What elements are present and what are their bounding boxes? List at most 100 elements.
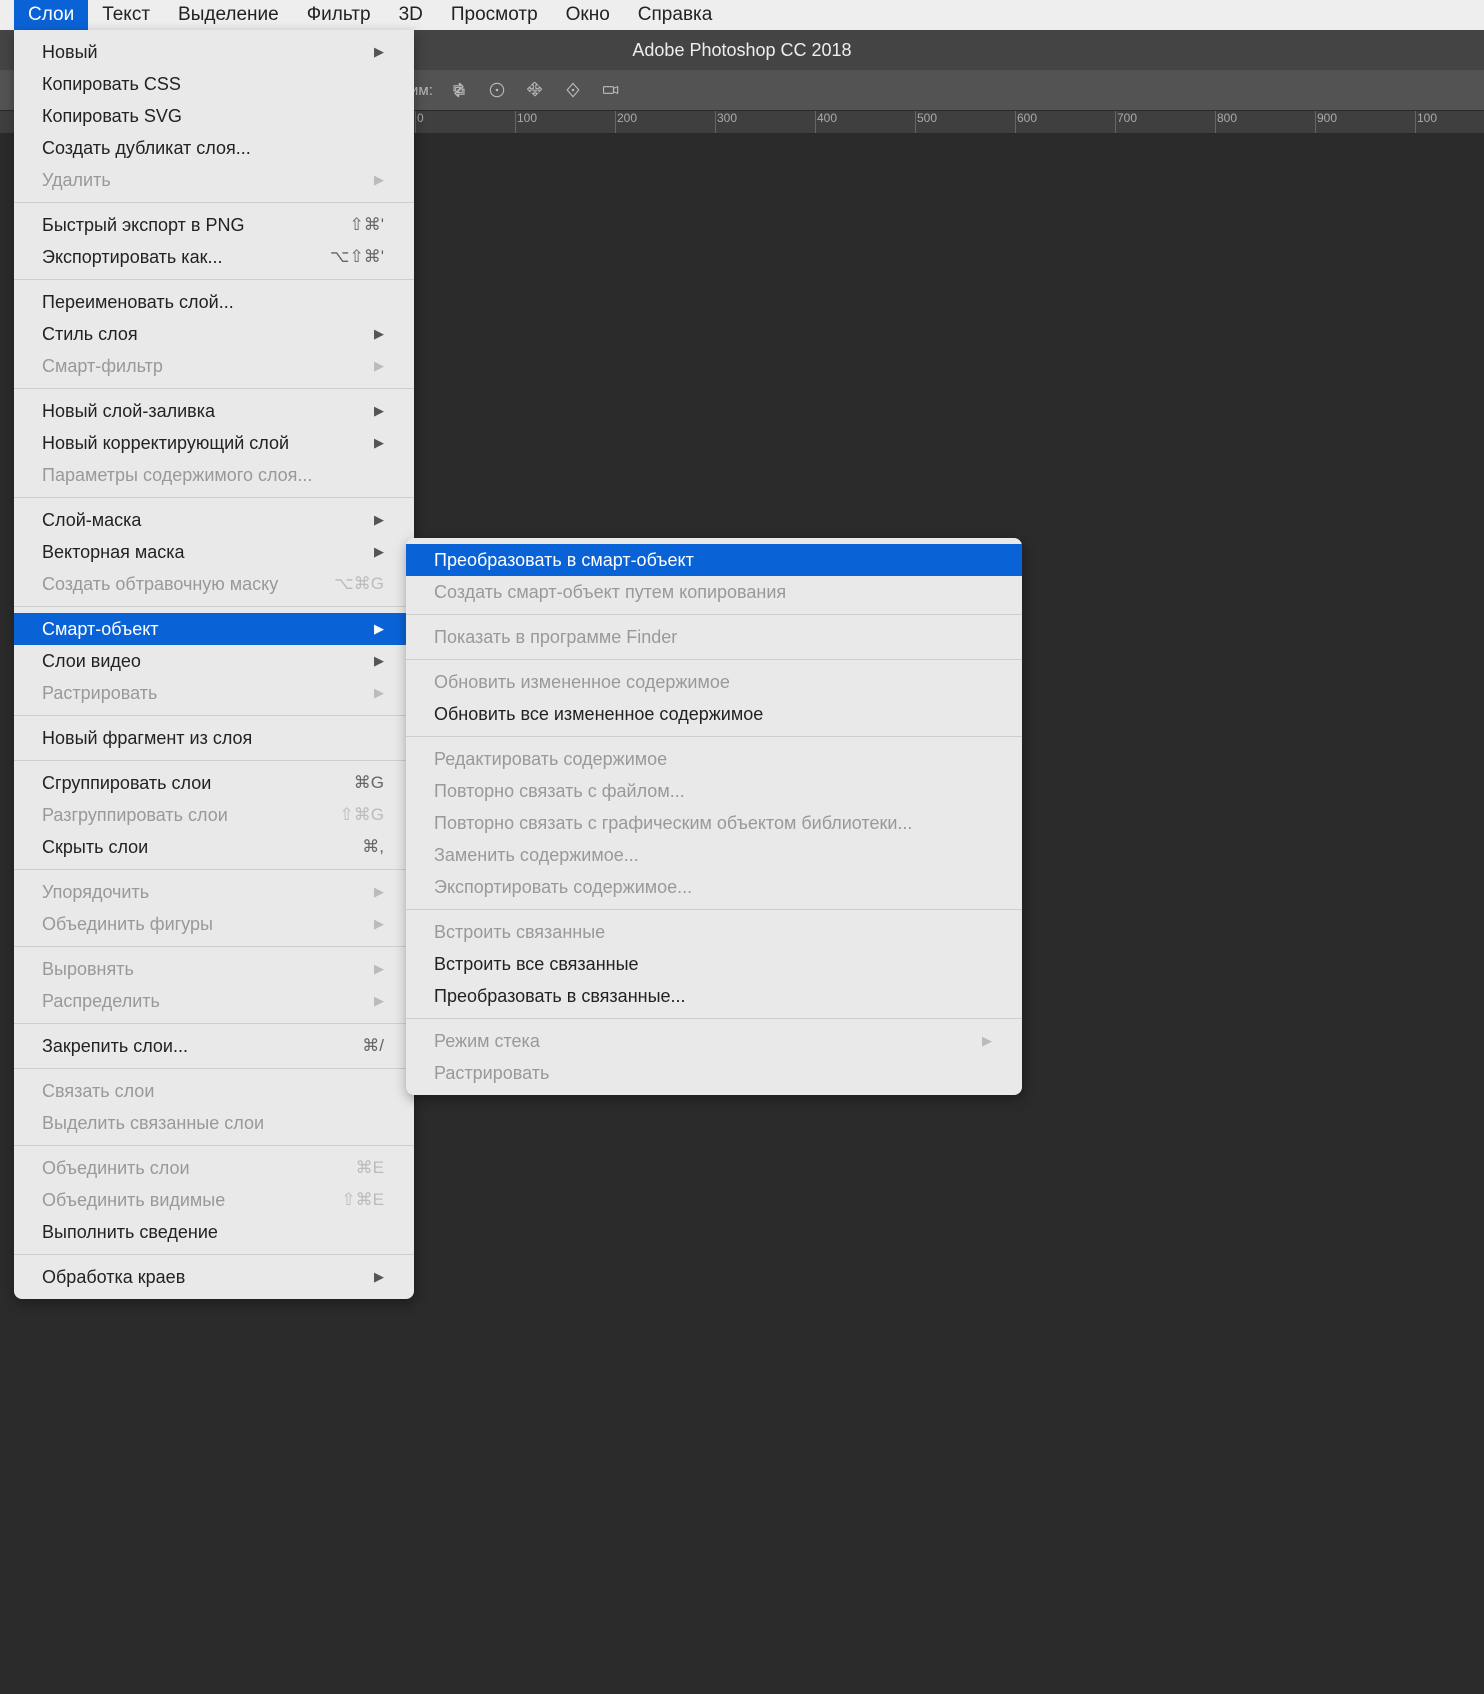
layers-menu-separator xyxy=(14,388,414,389)
smart-object-submenu-item-label: Встроить связанные xyxy=(434,919,605,945)
layers-menu-item-label: Векторная маска xyxy=(42,539,185,565)
layers-menu-item-2[interactable]: Копировать SVG xyxy=(14,100,414,132)
layers-menu: Новый ▶ Копировать CSS Копировать SVG Создат… xyxy=(14,30,414,1299)
layers-menu-item-label: Быстрый экспорт в PNG xyxy=(42,212,244,238)
submenu-arrow-icon: ▶ xyxy=(374,879,384,905)
layers-menu-item-17[interactable]: Слой-маска▶ xyxy=(14,504,414,536)
smart-object-submenu-item-label: Создать смарт-объект путем копирования xyxy=(434,579,786,605)
smart-object-submenu-item-label: Повторно связать с графическим объектом … xyxy=(434,810,912,836)
layers-menu-item-1[interactable]: Копировать CSS xyxy=(14,68,414,100)
layers-menu-item-3[interactable]: Создать дубликат слоя... xyxy=(14,132,414,164)
layers-menu-item-10[interactable]: Стиль слоя▶ xyxy=(14,318,414,350)
layers-menu-separator xyxy=(14,606,414,607)
submenu-arrow-icon: ▶ xyxy=(982,1028,992,1054)
layers-menu-item-4: Удалить▶ xyxy=(14,164,414,196)
smart-object-submenu-item-14: Встроить связанные xyxy=(406,916,1022,948)
target-icon[interactable] xyxy=(485,78,509,102)
layers-menu-item-37[interactable]: Закрепить слои... ⌘/ xyxy=(14,1030,414,1062)
ruler-tick-label: 0 xyxy=(417,111,424,125)
shortcut-label: ⇧⌘E xyxy=(341,1187,384,1213)
layers-menu-item-42: Объединить слои⌘E xyxy=(14,1152,414,1184)
ruler-tick-label: 600 xyxy=(1017,111,1037,125)
smart-object-submenu-item-10: Повторно связать с графическим объектом … xyxy=(406,807,1022,839)
layers-menu-item-label: Упорядочить xyxy=(42,879,149,905)
layers-menu-item-23: Растрировать▶ xyxy=(14,677,414,709)
diamond-icon[interactable] xyxy=(561,78,585,102)
submenu-arrow-icon: ▶ xyxy=(374,680,384,706)
layers-menu-item-21[interactable]: Смарт-объект▶ xyxy=(14,613,414,645)
layers-menu-item-label: Скрыть слои xyxy=(42,834,148,860)
layers-menu-item-15: Параметры содержимого слоя... xyxy=(14,459,414,491)
menubar-item-7[interactable]: Справка xyxy=(624,0,727,30)
layers-menu-item-29[interactable]: Скрыть слои⌘, xyxy=(14,831,414,863)
smart-object-submenu-item-16[interactable]: Преобразовать в связанные... xyxy=(406,980,1022,1012)
camera-icon[interactable] xyxy=(599,78,623,102)
layers-menu-item-25[interactable]: Новый фрагмент из слоя xyxy=(14,722,414,754)
layers-menu-item-9[interactable]: Переименовать слой... xyxy=(14,286,414,318)
layers-menu-item-label: Параметры содержимого слоя... xyxy=(42,462,312,488)
smart-object-submenu-item-19: Растрировать xyxy=(406,1057,1022,1089)
layers-menu-item-35: Распределить ▶ xyxy=(14,985,414,1017)
shortcut-label: ⌘/ xyxy=(362,1033,384,1059)
layers-menu-item-label: Новый xyxy=(42,39,98,65)
smart-object-submenu: Преобразовать в смарт-объект Создать смар… xyxy=(406,538,1022,1095)
smart-object-submenu-separator xyxy=(406,736,1022,737)
submenu-arrow-icon: ▶ xyxy=(374,39,384,65)
menubar-item-5[interactable]: Просмотр xyxy=(437,0,552,30)
smart-object-submenu-item-label: Обновить все измененное содержимое xyxy=(434,701,763,727)
layers-menu-separator xyxy=(14,1254,414,1255)
menubar-item-6[interactable]: Окно xyxy=(552,0,624,30)
menubar-item-3[interactable]: Фильтр xyxy=(293,0,385,30)
layers-menu-item-44[interactable]: Выполнить сведение xyxy=(14,1216,414,1248)
smart-object-submenu-item-15[interactable]: Встроить все связанные xyxy=(406,948,1022,980)
loop-icon[interactable] xyxy=(447,78,471,102)
layers-menu-item-6[interactable]: Быстрый экспорт в PNG⇧⌘' xyxy=(14,209,414,241)
submenu-arrow-icon: ▶ xyxy=(374,353,384,379)
layers-menu-item-18[interactable]: Векторная маска▶ xyxy=(14,536,414,568)
layers-menu-item-label: Объединить видимые xyxy=(42,1187,225,1213)
submenu-arrow-icon: ▶ xyxy=(374,911,384,937)
smart-object-submenu-item-6[interactable]: Обновить все измененное содержимое xyxy=(406,698,1022,730)
menubar-item-2[interactable]: Выделение xyxy=(164,0,293,30)
layers-menu-item-label: Создать дубликат слоя... xyxy=(42,135,251,161)
layers-menu-item-31: Упорядочить ▶ xyxy=(14,876,414,908)
layers-menu-item-label: Создать обтравочную маску xyxy=(42,571,278,597)
layers-menu-item-label: Слои видео xyxy=(42,648,141,674)
layers-menu-item-13[interactable]: Новый слой-заливка▶ xyxy=(14,395,414,427)
menubar-item-4[interactable]: 3D xyxy=(385,0,437,30)
submenu-arrow-icon: ▶ xyxy=(374,430,384,456)
smart-object-submenu-item-8: Редактировать содержимое xyxy=(406,743,1022,775)
layers-menu-item-22[interactable]: Слои видео▶ xyxy=(14,645,414,677)
ruler-tick-label: 500 xyxy=(917,111,937,125)
layers-menu-item-14[interactable]: Новый корректирующий слой▶ xyxy=(14,427,414,459)
move-icon[interactable] xyxy=(523,78,547,102)
submenu-arrow-icon: ▶ xyxy=(374,956,384,982)
ruler-tick-label: 100 xyxy=(1417,111,1437,125)
menubar-item-0[interactable]: Слои xyxy=(14,0,88,30)
ruler-tick-label: 800 xyxy=(1217,111,1237,125)
layers-menu-separator xyxy=(14,497,414,498)
layers-menu-item-46[interactable]: Обработка краев▶ xyxy=(14,1261,414,1293)
layers-menu-separator xyxy=(14,1145,414,1146)
layers-menu-item-label: Новый слой-заливка xyxy=(42,398,215,424)
ruler-tick-label: 300 xyxy=(717,111,737,125)
smart-object-submenu-item-0[interactable]: Преобразовать в смарт-объект xyxy=(406,544,1022,576)
smart-object-submenu-item-label: Экспортировать содержимое... xyxy=(434,874,692,900)
layers-menu-item-label: Копировать CSS xyxy=(42,71,181,97)
smart-object-submenu-separator xyxy=(406,909,1022,910)
shortcut-label: ⌘G xyxy=(354,770,384,796)
smart-object-submenu-item-label: Встроить все связанные xyxy=(434,951,639,977)
smart-object-submenu-item-5: Обновить измененное содержимое xyxy=(406,666,1022,698)
smart-object-submenu-item-label: Редактировать содержимое xyxy=(434,746,667,772)
layers-menu-item-label: Выделить связанные слои xyxy=(42,1110,264,1136)
layers-menu-item-label: Распределить xyxy=(42,988,160,1014)
layers-menu-item-27[interactable]: Сгруппировать слои⌘G xyxy=(14,767,414,799)
layers-menu-item-label: Закрепить слои... xyxy=(42,1033,188,1059)
submenu-arrow-icon: ▶ xyxy=(374,167,384,193)
shortcut-label: ⇧⌘G xyxy=(340,802,384,828)
menubar-item-1[interactable]: Текст xyxy=(88,0,164,30)
submenu-arrow-icon: ▶ xyxy=(374,988,384,1014)
menubar: СлоиТекстВыделениеФильтр3DПросмотрОкноСп… xyxy=(0,0,1484,30)
layers-menu-item-0[interactable]: Новый ▶ xyxy=(14,36,414,68)
layers-menu-item-7[interactable]: Экспортировать как...⌥⇧⌘' xyxy=(14,241,414,273)
